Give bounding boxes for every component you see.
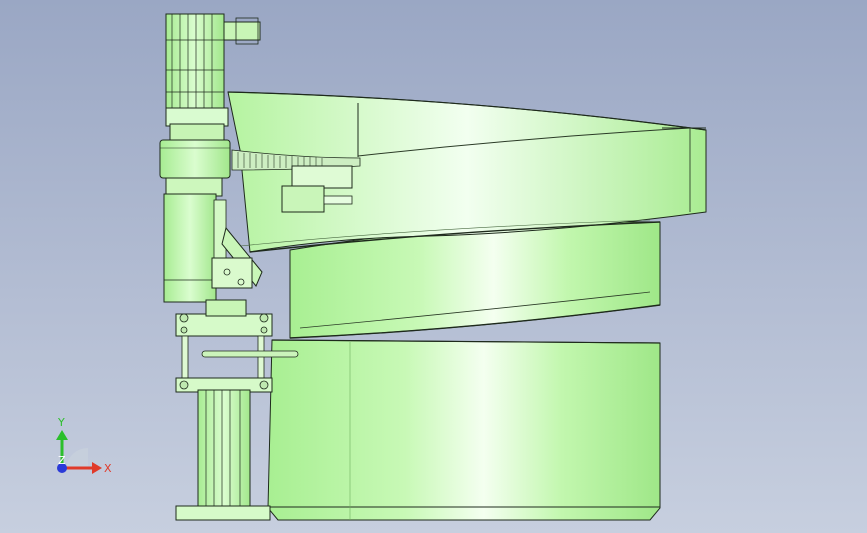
y-axis-arrow — [56, 430, 68, 440]
bowl-base-cylinder[interactable] — [267, 339, 661, 521]
x-axis-label: X — [104, 462, 112, 475]
axis-triad: Y X Z — [56, 416, 112, 475]
support-frame[interactable] — [175, 389, 271, 521]
cad-viewport[interactable]: Y X Z — [0, 0, 867, 533]
y-axis-label: Y — [57, 416, 65, 429]
gearbox-cylinder[interactable] — [159, 139, 231, 197]
z-axis-label: Z — [58, 454, 66, 467]
mounting-bracket[interactable] — [175, 299, 273, 337]
x-axis-arrow — [92, 462, 102, 474]
